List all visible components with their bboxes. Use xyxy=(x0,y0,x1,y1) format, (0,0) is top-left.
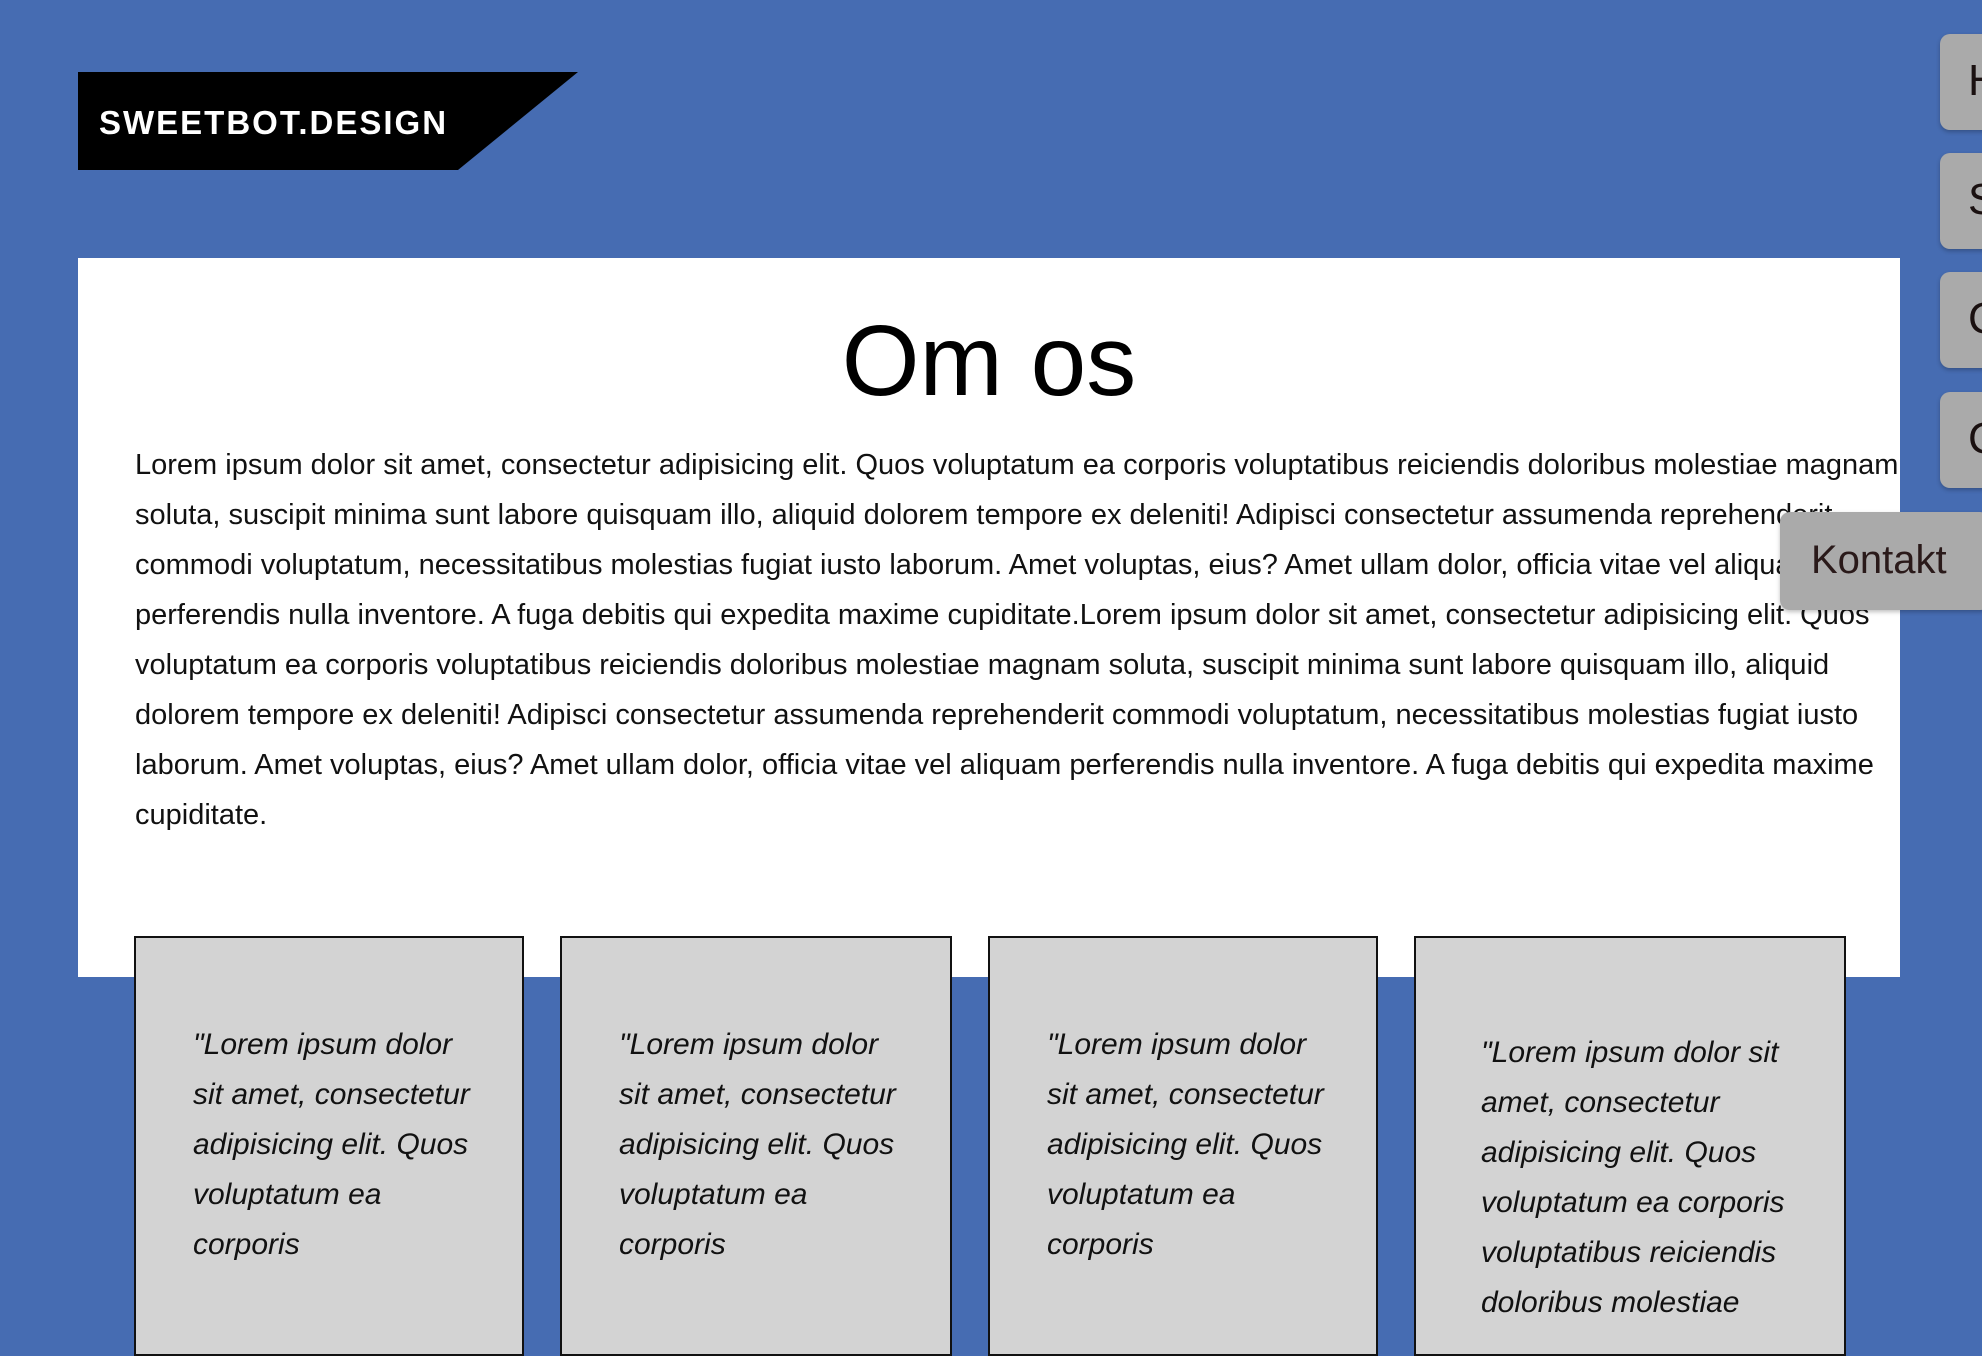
nav-tab-s[interactable]: S xyxy=(1940,153,1982,249)
nav-tab-label: S xyxy=(1968,175,1982,225)
testimonial-card: "Lorem ipsum dolor sit amet, consectetur… xyxy=(988,936,1378,1356)
testimonial-quote: "Lorem ipsum dolor sit amet, consectetur… xyxy=(193,1028,470,1261)
testimonial-card: "Lorem ipsum dolor sit amet, consectetur… xyxy=(134,936,524,1356)
testimonial-quote: "Lorem ipsum dolor sit amet, consectetur… xyxy=(1481,1036,1785,1319)
nav-tab-label: H xyxy=(1968,56,1982,106)
nav-tab-kontakt-label: Kontakt xyxy=(1811,538,1947,582)
intro-text: Lorem ipsum dolor sit amet, consectetur … xyxy=(135,449,1899,831)
testimonial-quote: "Lorem ipsum dolor sit amet, consectetur… xyxy=(619,1028,896,1261)
about-section: Om os Lorem ipsum dolor sit amet, consec… xyxy=(78,258,1900,977)
logo-text: SWEETBOT.DESIGN xyxy=(99,104,449,141)
nav-tab-c2[interactable]: C xyxy=(1940,392,1982,488)
page-title: Om os xyxy=(841,305,1137,417)
nav-tab-label: C xyxy=(1968,294,1982,344)
testimonial-card: "Lorem ipsum dolor sit amet, consectetur… xyxy=(560,936,952,1356)
nav-tab-kontakt[interactable]: Kontakt xyxy=(1780,512,1982,610)
testimonial-quote: "Lorem ipsum dolor sit amet, consectetur… xyxy=(1047,1028,1324,1261)
nav-tab-label: C xyxy=(1968,414,1982,464)
nav-tab-home[interactable]: H xyxy=(1940,34,1982,130)
testimonial-card: "Lorem ipsum dolor sit amet, consectetur… xyxy=(1414,936,1846,1356)
nav-tab-c1[interactable]: C xyxy=(1940,272,1982,368)
logo[interactable]: SWEETBOT.DESIGN xyxy=(78,72,578,170)
